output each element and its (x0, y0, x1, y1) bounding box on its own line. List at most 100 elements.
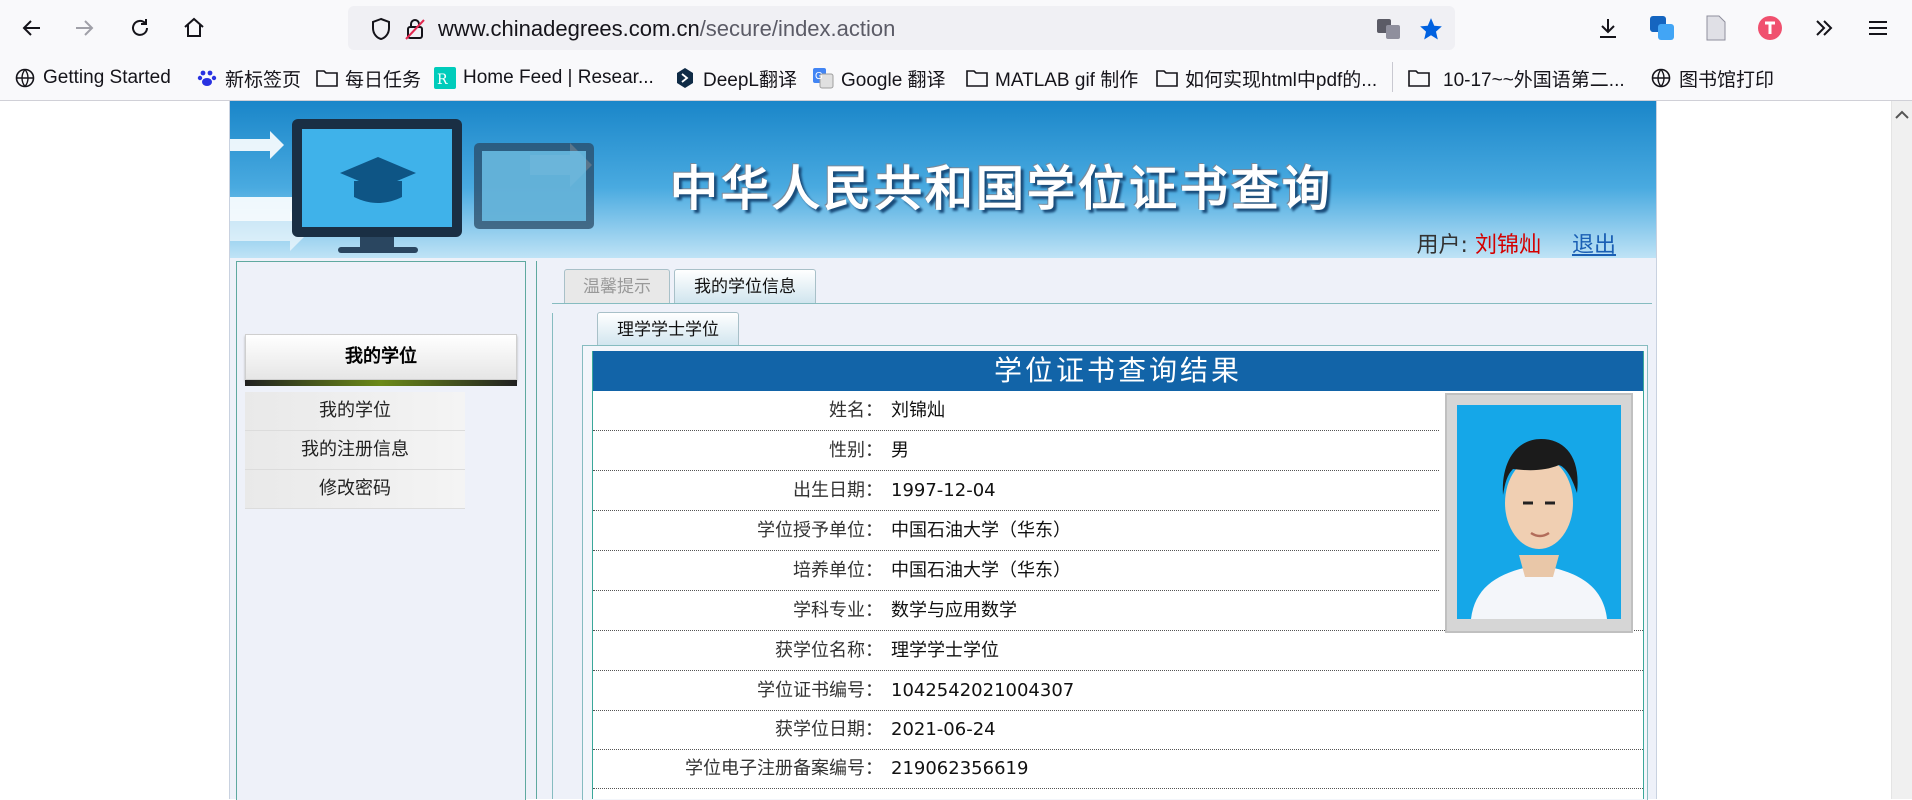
tab-my-degree-info[interactable]: 我的学位信息 (674, 269, 816, 304)
bookmark-google-translate[interactable]: G Google 翻译 (812, 65, 946, 91)
bookmark-label: 每日任务 (345, 69, 422, 91)
bookmark-label: 如何实现html中pdf的... (1185, 69, 1378, 91)
result-row: 学位证书编号： 1042542021004307 (593, 671, 1643, 711)
row-label: 学位证书编号： (757, 680, 883, 701)
bookmarks-bar: Getting Started 新标签页 每日任务 R Home Feed | … (0, 55, 1912, 101)
bookmark-label: MATLAB gif 制作 (995, 69, 1139, 91)
result-row: 培养单位： 中国石油大学（华东） (593, 551, 1439, 591)
row-label: 获学位名称： (775, 640, 883, 661)
row-value: 1042542021004307 (891, 680, 1075, 701)
site-frame: 中华人民共和国学位证书查询 用户: 刘锦灿 退出 我的学位 我的学位 我的注册信… (229, 101, 1657, 800)
url-domain: www.chinadegrees.com.cn (438, 16, 700, 41)
bookmark-label: 10-17~~外国语第二... (1443, 69, 1625, 91)
google-translate-icon: G (812, 67, 834, 89)
sidebar-item-registration-info[interactable]: 我的注册信息 (245, 431, 465, 470)
row-label: 姓名： (829, 400, 883, 421)
vertical-scrollbar[interactable] (1891, 101, 1912, 799)
bookmark-foreign-language[interactable]: 10-17~~外国语第二... (1408, 65, 1625, 91)
row-label: 性别： (829, 440, 883, 461)
folder-icon (1408, 67, 1430, 89)
bookmark-label: 图书馆打印 (1679, 69, 1775, 91)
row-label: 学科专业： (793, 600, 883, 621)
row-label: 学位电子注册备案编号： (685, 758, 883, 779)
hamburger-menu-icon[interactable] (1862, 12, 1894, 44)
bookmark-getting-started[interactable]: Getting Started (14, 65, 171, 91)
result-row: 获学位名称： 理学学士学位 (593, 631, 1643, 671)
result-row: 学位授予单位： 中国石油大学（华东） (593, 511, 1439, 551)
row-label: 出生日期： (793, 480, 883, 501)
bookmark-star-icon[interactable] (1418, 16, 1444, 42)
globe-icon (14, 67, 36, 89)
result-row: 姓名： 刘锦灿 (593, 391, 1439, 431)
row-value: 刘锦灿 (891, 400, 945, 421)
bookmark-new-tab[interactable]: 新标签页 (196, 65, 301, 91)
row-label: 培养单位： (793, 560, 883, 581)
page-viewport: 中华人民共和国学位证书查询 用户: 刘锦灿 退出 我的学位 我的学位 我的注册信… (0, 101, 1892, 800)
baidu-icon (196, 67, 218, 89)
bookmark-researchgate[interactable]: R Home Feed | Resear... (434, 65, 654, 91)
result-panel: 学位证书查询结果 姓名： 刘锦灿 性别： 男 出生日期： 1997-12-04 … (592, 351, 1644, 799)
sidebar-heading[interactable]: 我的学位 (245, 334, 517, 380)
column-divider (524, 261, 537, 799)
browser-toolbar: www.chinadegrees.com.cn/secure/index.act… (0, 0, 1912, 55)
deepl-icon (674, 67, 696, 89)
svg-text:R: R (437, 72, 448, 88)
row-value: 中国石油大学（华东） (891, 520, 1071, 541)
url-path: /secure/index.action (699, 16, 896, 41)
back-arrow-icon[interactable] (14, 10, 50, 46)
photo-frame (1445, 393, 1633, 633)
home-icon[interactable] (176, 10, 212, 46)
reload-icon[interactable] (122, 10, 158, 46)
bookmark-html-pdf[interactable]: 如何实现html中pdf的... (1156, 65, 1377, 91)
researchgate-icon: R (434, 67, 456, 89)
tab-underline (552, 303, 1652, 304)
sidebar-heading-underline (245, 380, 517, 386)
row-label: 学位授予单位： (757, 520, 883, 541)
translator-extension-icon[interactable] (1646, 12, 1678, 44)
user-area: 用户: 刘锦灿 退出 (1417, 227, 1616, 258)
extension-t-icon[interactable] (1754, 12, 1786, 44)
folder-icon (1156, 67, 1178, 89)
overflow-chevrons-icon[interactable] (1808, 12, 1840, 44)
result-row: 学位电子注册备案编号： 219062356619 (593, 749, 1643, 789)
forward-arrow-icon[interactable] (66, 10, 102, 46)
left-sidebar: 我的学位 我的学位 我的注册信息 修改密码 (236, 261, 526, 800)
id-photo (1457, 405, 1621, 619)
result-row: 获学位日期： 2021-06-24 (593, 710, 1643, 750)
bookmark-daily-tasks[interactable]: 每日任务 (316, 65, 421, 91)
logout-link[interactable]: 退出 (1572, 233, 1616, 258)
row-value: 男 (891, 440, 909, 461)
bookmark-label: DeepL翻译 (703, 69, 797, 91)
sidebar-item-my-degree[interactable]: 我的学位 (245, 392, 465, 431)
result-row: 出生日期： 1997-12-04 (593, 471, 1439, 511)
bookmark-label: Google 翻译 (841, 69, 946, 91)
bookmark-library-print[interactable]: 图书馆打印 (1650, 65, 1774, 91)
row-value: 数学与应用数学 (891, 600, 1017, 621)
sidebar-item-change-password[interactable]: 修改密码 (245, 470, 465, 509)
folder-icon (316, 67, 338, 89)
row-label: 获学位日期： (775, 719, 883, 740)
document-icon[interactable] (1700, 12, 1732, 44)
globe-icon (1650, 67, 1672, 89)
shield-icon[interactable] (368, 16, 394, 42)
download-icon[interactable] (1592, 12, 1624, 44)
tab-tips[interactable]: 温馨提示 (564, 269, 670, 304)
bookmark-deepl[interactable]: DeepL翻译 (674, 65, 797, 91)
bookmark-label: Getting Started (43, 67, 171, 88)
scroll-up-arrow-icon[interactable] (1892, 105, 1912, 125)
row-value: 中国石油大学（华东） (891, 560, 1071, 581)
insecure-lock-icon[interactable] (402, 16, 428, 42)
url-bar[interactable]: www.chinadegrees.com.cn/secure/index.act… (348, 6, 1455, 50)
translate-icon[interactable] (1376, 16, 1402, 42)
result-title: 学位证书查询结果 (593, 351, 1643, 391)
svg-text:G: G (815, 71, 823, 82)
bookmark-matlab-gif[interactable]: MATLAB gif 制作 (966, 65, 1138, 91)
row-value: 1997-12-04 (891, 480, 996, 501)
tab-bachelor-of-science[interactable]: 理学学士学位 (597, 312, 739, 347)
bookmark-label: Home Feed | Resear... (463, 67, 654, 88)
row-value: 2021-06-24 (891, 719, 996, 740)
bookmark-label: 新标签页 (225, 69, 302, 91)
user-name: 刘锦灿 (1474, 233, 1541, 258)
row-value: 理学学士学位 (891, 640, 999, 661)
url-text[interactable]: www.chinadegrees.com.cn/secure/index.act… (438, 16, 895, 42)
